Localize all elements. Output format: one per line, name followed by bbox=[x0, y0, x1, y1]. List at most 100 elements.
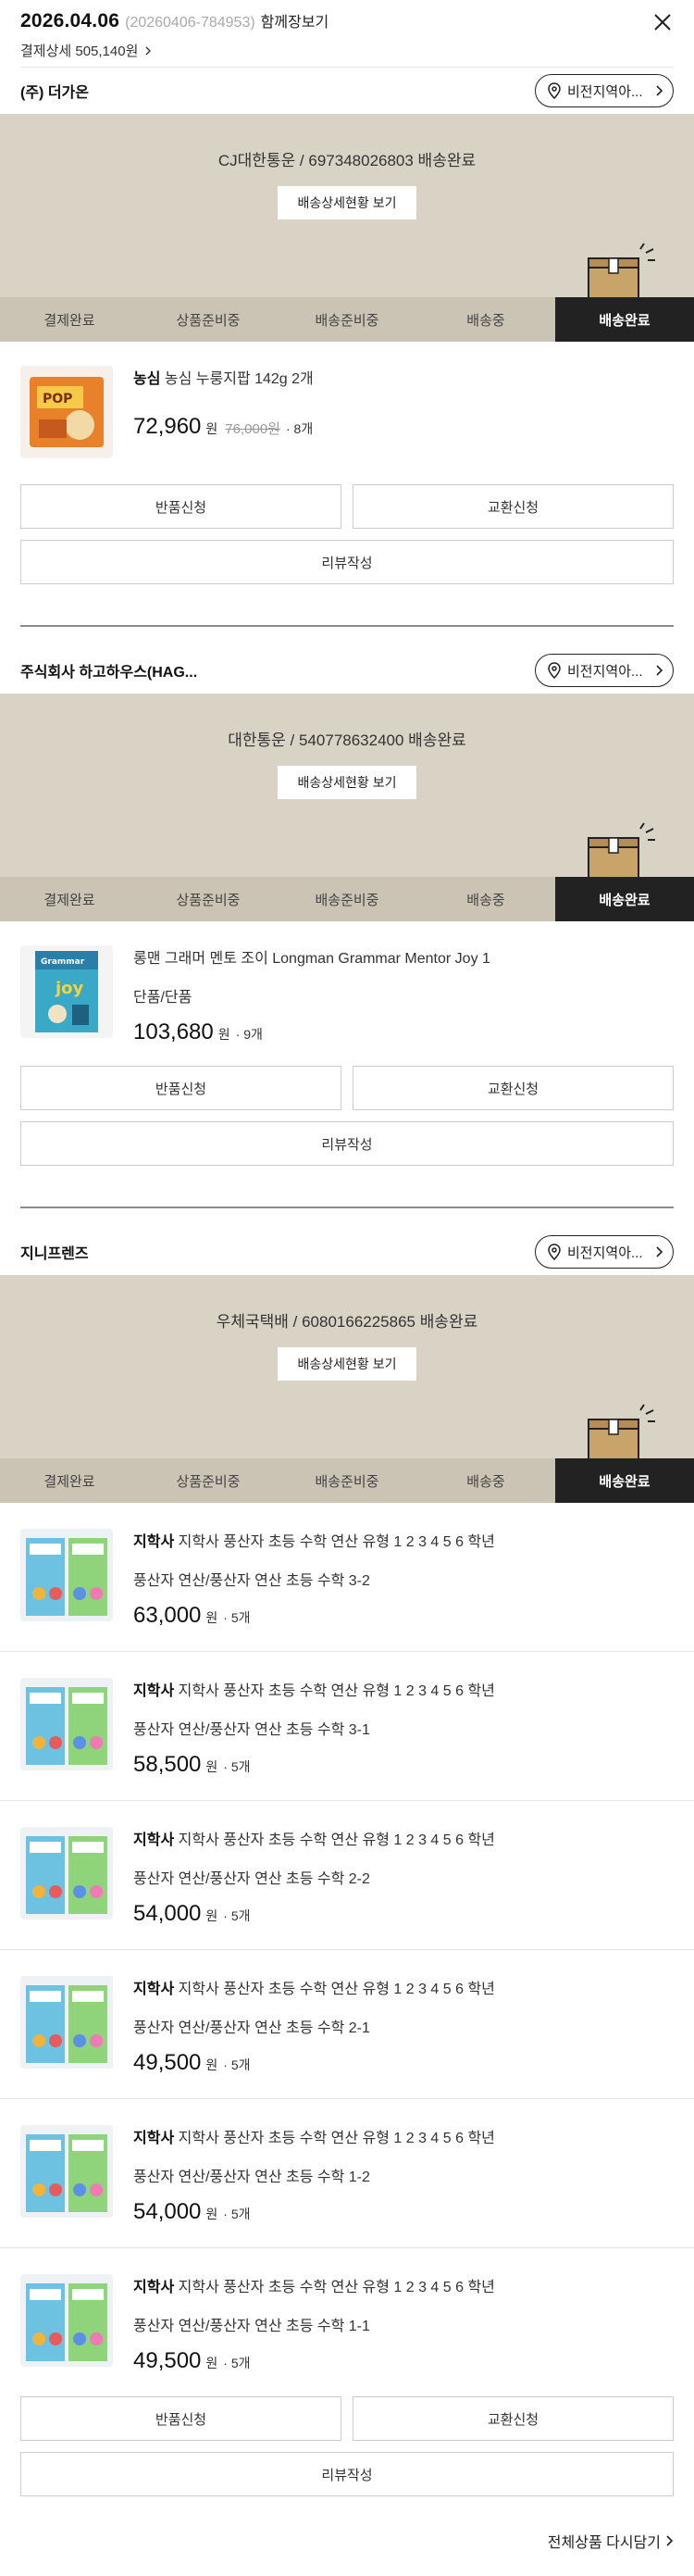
exchange-request-button[interactable]: 교환신청 bbox=[353, 484, 674, 529]
order-item[interactable]: 지학사 지학사 풍산자 초등 수학 연산 유형 1 2 3 4 5 6 학년 풍… bbox=[0, 2099, 694, 2248]
order-item[interactable]: POP 농심 농심 누룽지팝 142g 2개 72,960 원 76,000원 … bbox=[0, 342, 694, 458]
write-review-button[interactable]: 리뷰작성 bbox=[20, 1121, 674, 1166]
order-item[interactable]: Grammar joy 롱맨 그래머 멘토 조이 Longman Grammar… bbox=[0, 921, 694, 1045]
location-pin-icon bbox=[548, 1244, 561, 1260]
product-quantity: · 5개 bbox=[223, 2356, 251, 2370]
product-title: 지학사 지학사 풍산자 초등 수학 연산 유형 1 2 3 4 5 6 학년 bbox=[133, 1682, 495, 1702]
close-icon[interactable] bbox=[651, 11, 674, 33]
currency-unit: 원 bbox=[205, 421, 218, 436]
delivery-steps: 결제완료 상품준비중 배송준비중 배송중 배송완료 bbox=[0, 297, 694, 342]
product-image bbox=[20, 2125, 113, 2218]
exchange-request-button[interactable]: 교환신청 bbox=[353, 1066, 674, 1110]
product-quantity: · 5개 bbox=[223, 1759, 251, 1774]
product-title: 지학사 지학사 풍산자 초등 수학 연산 유형 1 2 3 4 5 6 학년 bbox=[133, 1532, 495, 1553]
region-pill-label: 비전지역아... bbox=[567, 1244, 643, 1261]
product-image bbox=[20, 1827, 113, 1919]
payment-detail-link[interactable]: 결제상세 505,140원 bbox=[20, 41, 674, 60]
order-item[interactable]: 지학사 지학사 풍산자 초등 수학 연산 유형 1 2 3 4 5 6 학년 풍… bbox=[0, 1652, 694, 1801]
seller-section: 지니프렌즈 비전지역아... 우체국택배 / 6080166225865 배송완… bbox=[0, 1229, 694, 2496]
payment-detail-label: 결제상세 505,140원 bbox=[20, 44, 139, 59]
order-item[interactable]: 지학사 지학사 풍산자 초등 수학 연산 유형 1 2 3 4 5 6 학년 풍… bbox=[0, 1503, 694, 1652]
product-option: 풍산자 연산/풍산자 연산 초등 수학 2-2 bbox=[133, 1871, 370, 1887]
region-pill[interactable]: 비전지역아... bbox=[535, 1235, 674, 1269]
product-quantity: · 5개 bbox=[223, 2207, 251, 2221]
order-item[interactable]: 지학사 지학사 풍산자 초등 수학 연산 유형 1 2 3 4 5 6 학년 풍… bbox=[0, 1801, 694, 1950]
price-row: 72,960 원 76,000원 · 8개 bbox=[133, 414, 314, 440]
step-shipping: 배송중 bbox=[466, 892, 505, 908]
product-title: 지학사 지학사 풍산자 초등 수학 연산 유형 1 2 3 4 5 6 학년 bbox=[133, 2129, 495, 2149]
product-title: 롱맨 그래머 멘토 조이 Longman Grammar Mentor Joy … bbox=[133, 949, 490, 969]
product-price: 54,000 bbox=[133, 1901, 202, 1926]
step-preparing-shipment: 배송준비중 bbox=[315, 892, 379, 908]
svg-text:Grammar: Grammar bbox=[41, 957, 85, 967]
region-pill[interactable]: 비전지역아... bbox=[535, 74, 674, 107]
product-title: 지학사 지학사 풍산자 초등 수학 연산 유형 1 2 3 4 5 6 학년 bbox=[133, 1831, 495, 1851]
order-number: (20260406-784953) bbox=[125, 15, 255, 31]
currency-unit: 원 bbox=[205, 1759, 218, 1774]
order-header: 2026.04.06 (20260406-784953) 함께장보기 결제상세 50… bbox=[0, 0, 694, 67]
return-request-button[interactable]: 반품신청 bbox=[20, 484, 341, 529]
exchange-request-button[interactable]: 교환신청 bbox=[353, 2396, 674, 2441]
seller-section: 주식회사 하고하우스(HAG... 비전지역아... 대한통운 / 540778… bbox=[0, 647, 694, 1208]
product-quantity: · 5개 bbox=[223, 2057, 251, 2072]
seller-section: (주) 더가온 비전지역아... CJ대한통운 / 697348026803 배… bbox=[0, 68, 694, 627]
product-title: 지학사 지학사 풍산자 초등 수학 연산 유형 1 2 3 4 5 6 학년 bbox=[133, 2278, 495, 2298]
return-request-button[interactable]: 반품신청 bbox=[20, 2396, 341, 2441]
currency-unit: 원 bbox=[217, 1027, 230, 1042]
seller-name: (주) 더가온 bbox=[20, 85, 89, 101]
step-paid: 결제완료 bbox=[43, 1473, 95, 1490]
delivery-box-icon bbox=[588, 822, 655, 880]
order-item[interactable]: 지학사 지학사 풍산자 초등 수학 연산 유형 1 2 3 4 5 6 학년 풍… bbox=[0, 2248, 694, 2396]
product-option: 풍산자 연산/풍산자 연산 초등 수학 3-2 bbox=[133, 1573, 370, 1589]
region-pill-label: 비전지역아... bbox=[567, 83, 643, 100]
order-item[interactable]: 지학사 지학사 풍산자 초등 수학 연산 유형 1 2 3 4 5 6 학년 풍… bbox=[0, 1950, 694, 2099]
step-paid: 결제완료 bbox=[43, 312, 95, 329]
product-option: 풍산자 연산/풍산자 연산 초등 수학 1-2 bbox=[133, 2170, 370, 2185]
product-price: 63,000 bbox=[133, 1603, 202, 1628]
step-preparing-product: 상품준비중 bbox=[176, 892, 241, 908]
step-delivered: 배송완료 bbox=[555, 877, 694, 921]
product-quantity: · 5개 bbox=[223, 1908, 251, 1923]
step-preparing-shipment: 배송준비중 bbox=[315, 1473, 379, 1490]
region-pill[interactable]: 비전지역아... bbox=[535, 654, 674, 687]
track-detail-button[interactable]: 배송상세현황 보기 bbox=[278, 766, 416, 799]
product-image: POP bbox=[20, 366, 113, 458]
delivery-status-panel: 우체국택배 / 6080166225865 배송완료 배송상세현황 보기 결제완… bbox=[0, 1275, 694, 1503]
price-row: 49,500 원 · 5개 bbox=[133, 2050, 495, 2076]
product-price: 54,000 bbox=[133, 2199, 202, 2224]
product-option: 풍산자 연산/풍산자 연산 초등 수학 2-1 bbox=[133, 2020, 370, 2036]
track-detail-button[interactable]: 배송상세현황 보기 bbox=[278, 186, 416, 219]
product-image: Grammar joy bbox=[20, 945, 113, 1038]
write-review-button[interactable]: 리뷰작성 bbox=[20, 540, 674, 584]
original-price: 76,000원 bbox=[225, 421, 280, 437]
reorder-all-label: 전체상품 다시담기 bbox=[547, 2535, 661, 2551]
seller-name: 지니프렌즈 bbox=[20, 1246, 89, 1262]
product-option: 풍산자 연산/풍산자 연산 초등 수학 1-1 bbox=[133, 2319, 370, 2334]
order-actions: 반품신청 교환신청 리뷰작성 bbox=[0, 458, 694, 584]
tracking-info: CJ대한통운 / 697348026803 배송완료 bbox=[217, 152, 477, 169]
region-pill-label: 비전지역아... bbox=[567, 663, 643, 680]
reorder-all-link[interactable]: 전체상품 다시담기 bbox=[0, 2496, 694, 2552]
product-brand: 지학사 bbox=[133, 2131, 175, 2146]
price-row: 49,500 원 · 5개 bbox=[133, 2348, 495, 2374]
tracking-info: 대한통운 / 540778632400 배송완료 bbox=[228, 732, 466, 749]
product-name: 농심 누룽지팝 142g 2개 bbox=[164, 371, 314, 387]
track-detail-button[interactable]: 배송상세현황 보기 bbox=[278, 1347, 416, 1381]
product-name: 지학사 풍산자 초등 수학 연산 유형 1 2 3 4 5 6 학년 bbox=[178, 1832, 495, 1848]
product-brand: 지학사 bbox=[133, 2280, 175, 2295]
product-image bbox=[20, 2274, 113, 2367]
write-review-button[interactable]: 리뷰작성 bbox=[20, 2452, 674, 2496]
product-title: 농심 농심 누룽지팝 142g 2개 bbox=[133, 369, 314, 390]
price-row: 54,000 원 · 5개 bbox=[133, 2199, 495, 2225]
delivery-status-panel: CJ대한통운 / 697348026803 배송완료 배송상세현황 보기 결제완… bbox=[0, 114, 694, 342]
product-image bbox=[20, 1678, 113, 1770]
delivery-box-icon bbox=[588, 1404, 655, 1461]
product-option: 단품/단품 bbox=[133, 990, 192, 1006]
product-brand: 지학사 bbox=[133, 1832, 175, 1848]
product-name: 지학사 풍산자 초등 수학 연산 유형 1 2 3 4 5 6 학년 bbox=[178, 1534, 495, 1550]
return-request-button[interactable]: 반품신청 bbox=[20, 1066, 341, 1110]
step-shipping: 배송중 bbox=[466, 312, 505, 329]
section-divider bbox=[20, 1207, 674, 1208]
together-shopping-link[interactable]: 함께장보기 bbox=[261, 15, 329, 31]
product-name: 지학사 풍산자 초등 수학 연산 유형 1 2 3 4 5 6 학년 bbox=[178, 1683, 495, 1699]
